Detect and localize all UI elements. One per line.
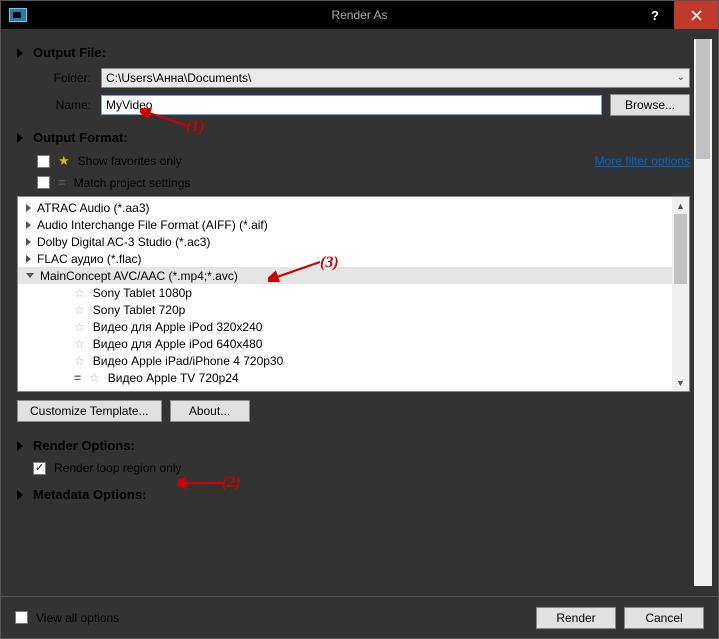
scroll-down-icon[interactable]: ▼ <box>672 374 689 391</box>
format-item[interactable]: FLAC аудио (*.flac) <box>18 250 672 267</box>
titlebar: Render As ? <box>1 1 718 29</box>
chevron-right-icon <box>26 221 31 229</box>
section-output-file[interactable]: Output File: <box>17 45 690 60</box>
equals-icon: = <box>74 371 81 385</box>
render-loop-label: Render loop region only <box>54 461 181 475</box>
chevron-right-icon <box>17 441 23 451</box>
name-label: Name: <box>37 98 91 112</box>
match-project-label: Match project settings <box>74 176 191 190</box>
render-button[interactable]: Render <box>536 607 616 629</box>
star-icon: ★ <box>58 153 70 169</box>
show-favorites-checkbox[interactable] <box>37 155 50 168</box>
equals-icon: = <box>58 175 66 190</box>
template-item[interactable]: =☆Видео Apple TV 720p24 <box>18 369 672 386</box>
cancel-button[interactable]: Cancel <box>624 607 704 629</box>
about-button[interactable]: About... <box>170 400 250 422</box>
template-item[interactable]: ☆Видео для Apple iPod 320x240 <box>18 318 672 335</box>
format-item-selected[interactable]: MainConcept AVC/AAC (*.mp4;*.avc) <box>18 267 672 284</box>
star-outline-icon: ☆ <box>74 320 85 334</box>
template-item[interactable]: ☆Видео для Apple iPod 640x480 <box>18 335 672 352</box>
render-loop-checkbox[interactable] <box>33 462 46 475</box>
star-outline-icon: ☆ <box>74 303 85 317</box>
scroll-up-icon[interactable]: ▲ <box>672 197 689 214</box>
browse-button[interactable]: Browse... <box>610 94 690 116</box>
customize-template-button[interactable]: Customize Template... <box>17 400 162 422</box>
template-item[interactable]: ☆Видео Apple iPad/iPhone 4 720p30 <box>18 352 672 369</box>
star-outline-icon: ☆ <box>74 354 85 368</box>
star-outline-icon: ☆ <box>74 286 85 300</box>
folder-dropdown[interactable]: C:\Users\Анна\Documents\ ⌄ <box>101 68 690 88</box>
more-filter-link[interactable]: More filter options <box>595 154 690 168</box>
view-all-checkbox[interactable] <box>15 611 28 624</box>
scroll-thumb[interactable] <box>696 39 710 159</box>
template-item[interactable]: ☆Sony Tablet 720p <box>18 301 672 318</box>
format-item[interactable]: Dolby Digital AC-3 Studio (*.ac3) <box>18 233 672 250</box>
chevron-right-icon <box>17 490 23 500</box>
chevron-right-icon <box>17 133 23 143</box>
chevron-down-icon <box>26 273 34 278</box>
match-project-checkbox[interactable] <box>37 176 50 189</box>
content-area: Output File: Folder: C:\Users\Анна\Docum… <box>1 29 718 596</box>
section-output-format[interactable]: Output Format: <box>17 130 690 145</box>
star-outline-icon: ☆ <box>89 371 100 385</box>
render-as-dialog: Render As ? Output File: Folder: C:\User… <box>0 0 719 639</box>
window-title: Render As <box>1 8 718 22</box>
format-list-scrollbar[interactable]: ▲ ▼ <box>672 197 689 391</box>
format-list: ATRAC Audio (*.aa3) Audio Interchange Fi… <box>17 196 690 392</box>
chevron-right-icon <box>26 204 31 212</box>
chevron-down-icon: ⌄ <box>677 72 685 83</box>
star-outline-icon: ☆ <box>74 337 85 351</box>
view-all-label: View all options <box>36 611 119 625</box>
show-favorites-label: Show favorites only <box>78 154 182 168</box>
chevron-right-icon <box>17 48 23 58</box>
format-item[interactable]: Audio Interchange File Format (AIFF) (*.… <box>18 216 672 233</box>
chevron-right-icon <box>26 255 31 263</box>
template-item[interactable]: ☆Sony Tablet 1080p <box>18 284 672 301</box>
main-scrollbar[interactable] <box>694 39 712 586</box>
footer: View all options Render Cancel <box>1 596 718 638</box>
folder-label: Folder: <box>37 71 91 85</box>
chevron-right-icon <box>26 238 31 246</box>
name-input[interactable] <box>101 95 602 115</box>
scroll-thumb[interactable] <box>674 214 687 284</box>
section-metadata-options[interactable]: Metadata Options: <box>17 487 690 502</box>
format-item[interactable]: ATRAC Audio (*.aa3) <box>18 199 672 216</box>
section-render-options[interactable]: Render Options: <box>17 438 690 453</box>
